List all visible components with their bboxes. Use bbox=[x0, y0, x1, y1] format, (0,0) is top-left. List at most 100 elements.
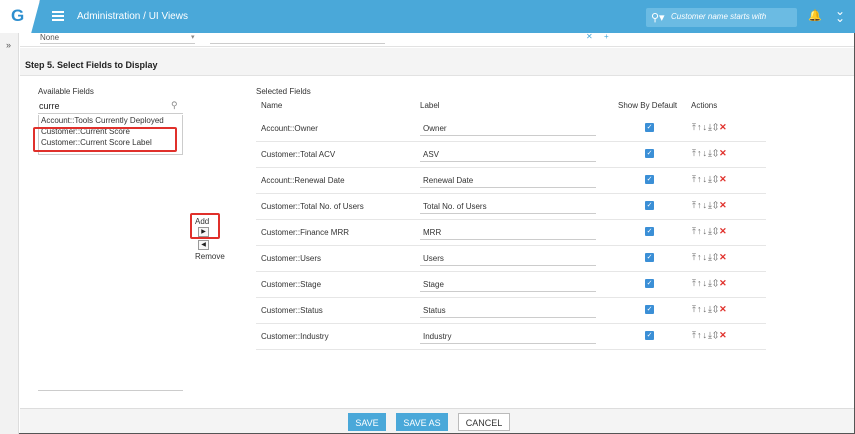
show-by-default-checkbox[interactable]: ✓ bbox=[645, 253, 654, 262]
show-by-default-checkbox[interactable]: ✓ bbox=[645, 175, 654, 184]
delete-icon[interactable]: ✕ bbox=[719, 252, 728, 262]
row-actions: ⤒↑↓⤓⇕✕ bbox=[692, 122, 728, 133]
row-actions: ⤒↑↓⤓⇕✕ bbox=[692, 304, 728, 315]
field-label-input[interactable]: ASV bbox=[420, 145, 596, 162]
field-label-input[interactable]: Owner bbox=[420, 119, 596, 136]
field-label-value: MRR bbox=[423, 228, 442, 237]
field-label-value: Stage bbox=[423, 280, 444, 289]
cancel-button[interactable]: CANCEL bbox=[458, 413, 510, 431]
plus-icon[interactable]: + bbox=[604, 32, 609, 41]
field-name: Customer::Stage bbox=[261, 280, 322, 289]
field-label-value: ASV bbox=[423, 150, 440, 159]
table-row: Customer::Stage Stage ✓ ⤒↑↓⤓⇕✕ bbox=[256, 272, 766, 298]
table-row: Customer::Total No. of Users Total No. of… bbox=[256, 194, 766, 220]
customer-search-input[interactable]: ⚲▾ Customer name starts with bbox=[646, 8, 797, 27]
bell-icon[interactable]: 🔔 bbox=[808, 9, 822, 22]
table-row: Account::Owner Owner ✓ ⤒↑↓⤓⇕✕ bbox=[256, 116, 766, 142]
column-header-name: Name bbox=[261, 101, 283, 110]
input-underline bbox=[210, 43, 385, 44]
field-name: Customer::Total ACV bbox=[261, 150, 336, 159]
row-actions: ⤒↑↓⤓⇕✕ bbox=[692, 278, 728, 289]
field-name: Customer::Finance MRR bbox=[261, 228, 350, 237]
search-placeholder: Customer name starts with bbox=[671, 12, 767, 21]
delete-icon[interactable]: ✕ bbox=[719, 200, 728, 210]
field-label-value: Total No. of Users bbox=[423, 202, 487, 211]
field-name: Account::Owner bbox=[261, 124, 318, 133]
field-label-input[interactable]: Users bbox=[420, 249, 596, 266]
field-label-input[interactable]: Renewal Date bbox=[420, 171, 596, 188]
row-actions: ⤒↑↓⤓⇕✕ bbox=[692, 174, 728, 185]
show-by-default-checkbox[interactable]: ✓ bbox=[645, 149, 654, 158]
row-actions: ⤒↑↓⤓⇕✕ bbox=[692, 252, 728, 263]
field-name: Customer::Users bbox=[261, 254, 322, 263]
column-header-label: Label bbox=[420, 101, 440, 110]
show-by-default-checkbox[interactable]: ✓ bbox=[645, 227, 654, 236]
hamburger-menu-icon[interactable] bbox=[52, 11, 64, 21]
show-by-default-checkbox[interactable]: ✓ bbox=[645, 123, 654, 132]
show-by-default-checkbox[interactable]: ✓ bbox=[645, 279, 654, 288]
field-label-value: Renewal Date bbox=[423, 176, 474, 185]
highlight-box-available bbox=[33, 127, 177, 152]
search-icon: ⚲ bbox=[171, 100, 178, 110]
caret-right-icon: ▶ bbox=[201, 229, 206, 235]
field-label-input[interactable]: Stage bbox=[420, 275, 596, 292]
table-row: Customer::Status Status ✓ ⤒↑↓⤓⇕✕ bbox=[256, 298, 766, 324]
show-by-default-checkbox[interactable]: ✓ bbox=[645, 305, 654, 314]
column-header-show-by-default: Show By Default bbox=[618, 101, 678, 110]
field-label-input[interactable]: Industry bbox=[420, 327, 596, 344]
row-actions: ⤒↑↓⤓⇕✕ bbox=[692, 226, 728, 237]
field-name: Customer::Total No. of Users bbox=[261, 202, 364, 211]
logo-text: G bbox=[11, 6, 25, 25]
field-label-input[interactable]: Status bbox=[420, 301, 596, 318]
delete-icon[interactable]: ✕ bbox=[719, 330, 728, 340]
app-logo[interactable]: G bbox=[0, 0, 40, 33]
delete-icon[interactable]: ✕ bbox=[719, 122, 728, 132]
available-search-query: curre bbox=[39, 101, 60, 111]
select-underline bbox=[40, 43, 195, 44]
show-by-default-checkbox[interactable]: ✓ bbox=[645, 201, 654, 210]
step-header: Step 5. Select Fields to Display bbox=[20, 48, 854, 76]
selected-fields-title: Selected Fields bbox=[256, 87, 311, 96]
table-row: Customer::Industry Industry ✓ ⤒↑↓⤓⇕✕ bbox=[256, 324, 766, 350]
previous-step-strip: None ▾ ✕ + bbox=[20, 32, 854, 47]
column-header-actions: Actions bbox=[691, 101, 718, 110]
delete-icon[interactable]: ✕ bbox=[719, 148, 728, 158]
field-label-value: Users bbox=[423, 254, 444, 263]
field-label-input[interactable]: Total No. of Users bbox=[420, 197, 596, 214]
delete-icon[interactable]: ✕ bbox=[719, 304, 728, 314]
double-chevron-down-icon[interactable]: ⌄ ⌄ bbox=[835, 5, 845, 24]
table-row: Customer::Users Users ✓ ⤒↑↓⤓⇕✕ bbox=[256, 246, 766, 272]
field-name: Customer::Industry bbox=[261, 332, 329, 341]
field-label-value: Status bbox=[423, 306, 446, 315]
field-name: Account::Renewal Date bbox=[261, 176, 345, 185]
available-panel-bottom-border bbox=[38, 390, 183, 391]
add-button[interactable]: ▶ bbox=[198, 227, 209, 237]
save-as-button[interactable]: SAVE AS bbox=[396, 413, 448, 431]
remove-button[interactable]: ◀ bbox=[198, 240, 209, 250]
available-fields-title: Available Fields bbox=[38, 87, 94, 96]
field-label-value: Owner bbox=[423, 124, 447, 133]
available-search-input[interactable]: curre ⚲ bbox=[38, 97, 183, 114]
close-icon[interactable]: ✕ bbox=[586, 32, 593, 41]
field-label-input[interactable]: MRR bbox=[420, 223, 596, 240]
search-icon[interactable]: ⚲▾ bbox=[651, 11, 665, 24]
row-actions: ⤒↑↓⤓⇕✕ bbox=[692, 200, 728, 211]
list-item[interactable]: Account::Tools Currently Deployed bbox=[39, 115, 182, 126]
none-select[interactable]: None bbox=[40, 33, 59, 42]
chevron-down-icon[interactable]: ▾ bbox=[191, 33, 195, 41]
delete-icon[interactable]: ✕ bbox=[719, 226, 728, 236]
delete-icon[interactable]: ✕ bbox=[719, 174, 728, 184]
add-label: Add bbox=[195, 217, 210, 226]
top-bar: G Administration / UI Views ⚲▾ Customer … bbox=[0, 0, 855, 33]
left-rail: » bbox=[0, 33, 19, 434]
remove-label: Remove bbox=[195, 252, 225, 261]
breadcrumb: Administration / UI Views bbox=[77, 11, 188, 22]
expand-rail-icon[interactable]: » bbox=[6, 40, 11, 50]
delete-icon[interactable]: ✕ bbox=[719, 278, 728, 288]
show-by-default-checkbox[interactable]: ✓ bbox=[645, 331, 654, 340]
field-name: Customer::Status bbox=[261, 306, 323, 315]
table-row: Customer::Total ACV ASV ✓ ⤒↑↓⤓⇕✕ bbox=[256, 142, 766, 168]
save-button[interactable]: SAVE bbox=[348, 413, 386, 431]
caret-left-icon: ◀ bbox=[201, 242, 206, 248]
row-actions: ⤒↑↓⤓⇕✕ bbox=[692, 330, 728, 341]
